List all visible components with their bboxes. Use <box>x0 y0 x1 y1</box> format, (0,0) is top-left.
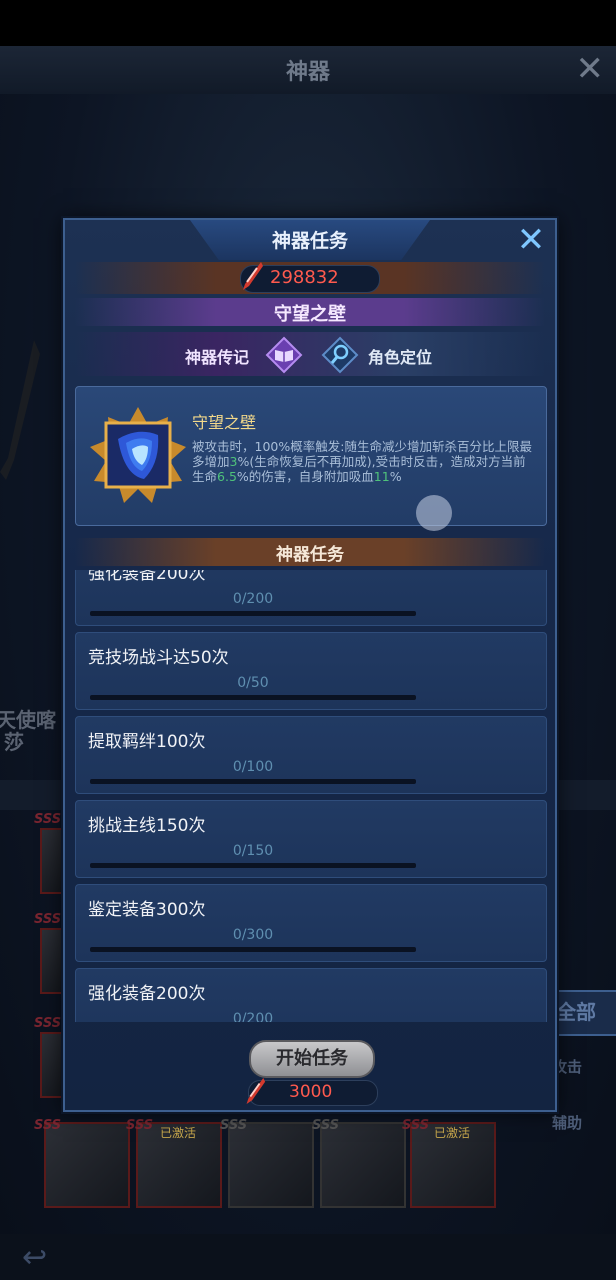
artifact-name: 守望之壁 <box>274 304 346 325</box>
start-task-button[interactable]: 开始任务 <box>249 1040 375 1078</box>
task-row: 提取羁绊100次 0/100 <box>75 716 547 794</box>
task-progress-text: 0/100 <box>232 759 274 775</box>
background-hero-name-2: 莎 <box>4 730 24 754</box>
hero-card[interactable] <box>228 1122 314 1208</box>
filter-all-button[interactable]: 全部 <box>552 990 616 1036</box>
task-row: 强化装备200次 0/200 <box>75 570 547 626</box>
artifact-task-dialog: 神器任务 ✕ 298832 守望之壁 神器传记 角色定位 守望之壁 被攻击时，1… <box>63 218 557 1112</box>
skill-card: 守望之壁 被攻击时，100%概率触发:随生命减少增加斩杀百分比上限最多增加3%(… <box>75 386 547 531</box>
back-arrow-icon[interactable]: ↩ <box>22 1240 47 1275</box>
book-icon[interactable] <box>265 336 303 374</box>
task-row: 挑战主线150次 0/150 <box>75 800 547 878</box>
task-progress-bar <box>90 695 416 700</box>
task-progress-bar <box>90 947 416 952</box>
feather-quill-icon <box>246 1078 266 1104</box>
bottom-bar <box>0 1234 616 1280</box>
sword-silhouette-icon <box>0 340 40 480</box>
rank-badge: SSS <box>34 1118 62 1133</box>
task-row: 竞技场战斗达50次 0/50 <box>75 632 547 710</box>
task-progress-text: 0/300 <box>232 927 274 943</box>
rank-badge: SSS <box>126 1118 154 1133</box>
hero-card[interactable] <box>44 1122 130 1208</box>
task-progress-bar <box>90 611 416 616</box>
skill-name: 守望之壁 <box>192 413 257 432</box>
tasks-header: 神器任务 <box>276 545 344 565</box>
close-icon[interactable]: ✕ <box>513 222 549 258</box>
status-bar <box>0 0 616 46</box>
task-name: 鉴定装备300次 <box>88 900 206 920</box>
magnifier-icon[interactable] <box>321 336 359 374</box>
rank-badge: SSS <box>312 1118 340 1133</box>
feather-quill-icon <box>243 262 263 290</box>
task-name: 竞技场战斗达50次 <box>88 648 229 668</box>
background-title: 神器 <box>285 59 330 85</box>
currency-value: 298832 <box>270 267 339 288</box>
dialog-title: 神器任务 <box>271 230 348 252</box>
task-progress-bar <box>90 779 416 784</box>
task-list[interactable]: 强化装备200次 0/200 竞技场战斗达50次 0/50 提取羁绊100次 0/100 挑… <box>75 570 547 1022</box>
active-badge: 已激活 <box>434 1126 471 1140</box>
skill-description: 被攻击时，100%概率触发:随生命减少增加斩杀百分比上限最多增加3%(生命恢复后… <box>192 439 532 484</box>
task-row: 鉴定装备300次 0/300 <box>75 884 547 962</box>
background-close-icon[interactable]: ✕ <box>576 52 605 86</box>
task-progress-bar <box>90 863 416 868</box>
task-name: 强化装备200次 <box>88 984 206 1004</box>
active-badge: 已激活 <box>160 1126 197 1140</box>
task-progress-text: 0/50 <box>237 675 269 691</box>
tab-band <box>75 332 545 376</box>
touch-indicator <box>416 495 452 531</box>
task-name: 提取羁绊100次 <box>88 732 206 752</box>
tab-role-position[interactable]: 角色定位 <box>368 344 432 368</box>
task-progress-text: 0/150 <box>232 843 274 859</box>
cost-value: 3000 <box>289 1082 333 1102</box>
rank-badge: SSS <box>34 812 62 827</box>
rank-badge: SSS <box>220 1118 248 1133</box>
tab-biography[interactable]: 神器传记 <box>185 344 249 368</box>
rank-badge: SSS <box>34 1016 62 1031</box>
task-name: 挑战主线150次 <box>88 816 206 836</box>
task-name: 强化装备200次 <box>88 570 206 584</box>
rank-badge: SSS <box>34 912 62 927</box>
task-progress-text: 0/200 <box>232 1011 274 1022</box>
task-progress-text: 0/200 <box>232 591 274 607</box>
rank-badge: SSS <box>402 1118 430 1133</box>
hero-card[interactable] <box>320 1122 406 1208</box>
shield-skill-icon <box>90 407 186 503</box>
task-row: 强化装备200次 0/200 <box>75 968 547 1022</box>
filter-support[interactable]: 辅助 <box>552 1112 582 1133</box>
